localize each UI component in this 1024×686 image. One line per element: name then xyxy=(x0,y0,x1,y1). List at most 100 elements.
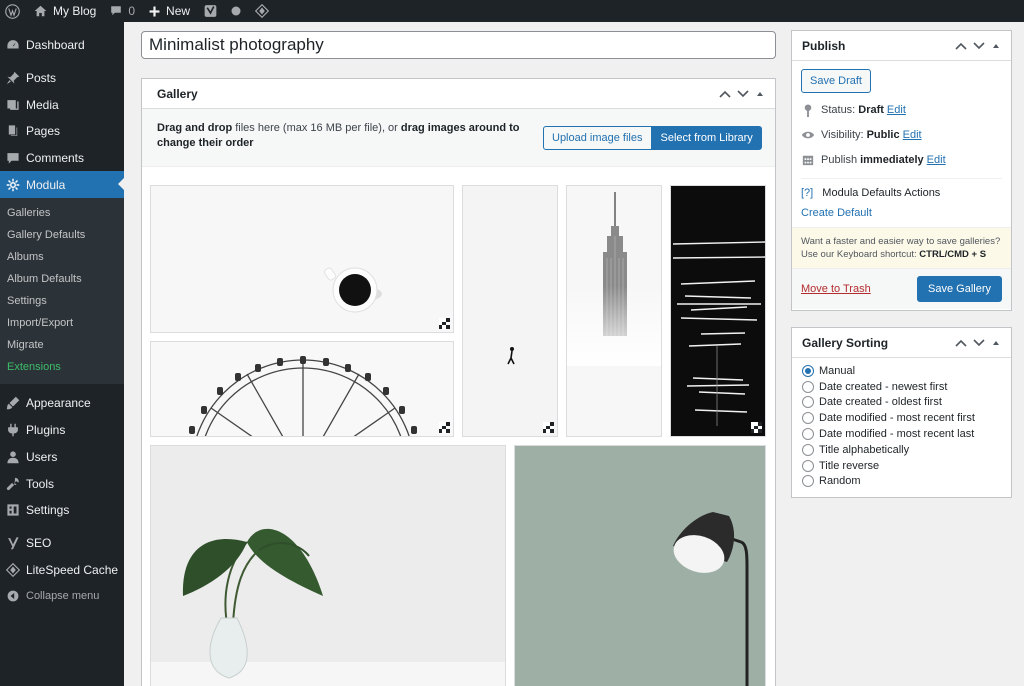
edit-status-link[interactable]: Edit xyxy=(887,104,906,116)
menu-tools[interactable]: Tools xyxy=(0,470,124,497)
radio-button[interactable] xyxy=(802,380,814,393)
menu-litespeed-cache[interactable]: LiteSpeed Cache xyxy=(0,556,124,583)
gallery-image-ferris-wheel[interactable] xyxy=(150,341,454,437)
toggle-panel-icon[interactable] xyxy=(991,339,1001,347)
eye-icon xyxy=(801,130,815,140)
gallery-image-skyscraper[interactable] xyxy=(566,185,662,437)
drop-instructions: Drag and drop files here (max 16 MB per … xyxy=(157,122,520,149)
gallery-image-plant-vase[interactable] xyxy=(150,445,506,686)
status-value: Draft xyxy=(858,104,884,116)
toggle-panel-icon[interactable] xyxy=(991,42,1001,50)
gallery-image-light-streaks[interactable] xyxy=(670,185,766,437)
seo-status-dot-icon[interactable] xyxy=(224,0,248,22)
menu-modula[interactable]: Modula xyxy=(0,171,124,199)
litespeed-icon[interactable] xyxy=(248,0,276,22)
menu-users[interactable]: Users xyxy=(0,444,124,471)
calendar-icon xyxy=(801,154,815,166)
submenu-import-export[interactable]: Import/Export xyxy=(0,312,124,334)
gallery-image-floor-lamp[interactable] xyxy=(514,445,766,686)
publish-time-value: immediately xyxy=(860,154,924,166)
submenu-settings[interactable]: Settings xyxy=(0,290,124,312)
radio-button[interactable] xyxy=(802,396,814,409)
settings-icon xyxy=(6,503,20,517)
yoast-icon[interactable] xyxy=(197,0,224,22)
submenu-migrate[interactable]: Migrate xyxy=(0,334,124,356)
menu-pages[interactable]: Pages xyxy=(0,118,124,145)
sort-option-date-modified-recent-last[interactable]: Date modified - most recent last xyxy=(802,426,1001,442)
menu-appearance[interactable]: Appearance xyxy=(0,390,124,417)
move-up-icon[interactable] xyxy=(955,42,967,50)
home-icon xyxy=(34,5,47,17)
sort-option-date-created-oldest[interactable]: Date created - oldest first xyxy=(802,395,1001,411)
new-content-link[interactable]: New xyxy=(142,0,197,22)
toggle-panel-icon[interactable] xyxy=(755,90,765,98)
sort-option-manual[interactable]: Manual xyxy=(802,363,1001,379)
save-gallery-button[interactable]: Save Gallery xyxy=(917,276,1002,302)
menu-settings[interactable]: Settings xyxy=(0,497,124,524)
gallery-metabox: Gallery Drag and drop files here (max 16… xyxy=(141,78,776,686)
menu-media[interactable]: Media xyxy=(0,91,124,118)
sort-option-date-modified-recent-first[interactable]: Date modified - most recent first xyxy=(802,410,1001,426)
menu-posts[interactable]: Posts xyxy=(0,65,124,92)
publish-metabox: Publish Save Draft Status: Draft Edit Vis… xyxy=(791,30,1012,311)
gallery-image-coffee-cup[interactable] xyxy=(150,185,454,333)
menu-plugins[interactable]: Plugins xyxy=(0,417,124,444)
resize-handle-icon[interactable] xyxy=(751,422,762,433)
comments-link[interactable]: 0 xyxy=(103,0,142,22)
keyboard-shortcut-notice: Want a faster and easier way to save gal… xyxy=(792,227,1011,269)
publish-title: Publish xyxy=(802,38,846,53)
brush-icon xyxy=(6,396,20,410)
create-default-link[interactable]: Create Default xyxy=(801,207,1002,219)
save-draft-button[interactable]: Save Draft xyxy=(801,69,871,93)
menu-comments[interactable]: Comments xyxy=(0,145,124,172)
move-up-icon[interactable] xyxy=(955,339,967,347)
pages-icon xyxy=(6,124,20,138)
radio-button[interactable] xyxy=(802,459,814,472)
radio-button[interactable] xyxy=(802,364,814,377)
gallery-metabox-title: Gallery xyxy=(157,86,198,101)
wordpress-logo-icon[interactable] xyxy=(0,0,27,22)
move-down-icon[interactable] xyxy=(973,41,985,50)
sort-option-date-created-newest[interactable]: Date created - newest first xyxy=(802,379,1001,395)
submenu-extensions[interactable]: Extensions xyxy=(0,356,124,378)
menu-dashboard[interactable]: Dashboard xyxy=(0,32,124,59)
site-name-link[interactable]: My Blog xyxy=(27,0,103,22)
gallery-upload-area[interactable]: Drag and drop files here (max 16 MB per … xyxy=(142,109,775,167)
dashboard-icon xyxy=(6,38,20,52)
menu-seo[interactable]: SEO xyxy=(0,530,124,557)
resize-handle-icon[interactable] xyxy=(543,422,554,433)
select-from-library-button[interactable]: Select from Library xyxy=(651,126,762,150)
sort-option-title-alphabetically[interactable]: Title alphabetically xyxy=(802,442,1001,458)
modula-submenu: Galleries Gallery Defaults Albums Album … xyxy=(0,198,124,385)
submenu-gallery-defaults[interactable]: Gallery Defaults xyxy=(0,224,124,246)
move-up-icon[interactable] xyxy=(719,90,731,98)
radio-button[interactable] xyxy=(802,412,814,425)
publish-actions: Move to Trash Save Gallery xyxy=(792,269,1011,309)
comment-icon xyxy=(111,6,122,16)
radio-button[interactable] xyxy=(802,428,814,441)
radio-button[interactable] xyxy=(802,443,814,456)
submenu-galleries[interactable]: Galleries xyxy=(0,202,124,224)
gallery-sorting-title: Gallery Sorting xyxy=(802,335,889,350)
post-title-input[interactable] xyxy=(141,31,776,59)
move-down-icon[interactable] xyxy=(737,89,749,98)
upload-image-files-button[interactable]: Upload image files xyxy=(543,126,652,150)
gallery-image-walking-person[interactable] xyxy=(462,185,558,437)
radio-button[interactable] xyxy=(802,475,814,488)
edit-publish-time-link[interactable]: Edit xyxy=(927,154,946,166)
sort-option-title-reverse[interactable]: Title reverse xyxy=(802,458,1001,474)
move-to-trash-link[interactable]: Move to Trash xyxy=(801,283,871,295)
move-down-icon[interactable] xyxy=(973,338,985,347)
gallery-metabox-header: Gallery xyxy=(142,79,775,109)
help-tooltip-icon[interactable]: [?] xyxy=(801,187,813,199)
admin-sidebar: Dashboard Posts Media Pages Comments Mod… xyxy=(0,22,124,686)
resize-handle-icon[interactable] xyxy=(439,318,450,329)
collapse-menu-button[interactable]: Collapse menu xyxy=(0,583,124,610)
plugin-icon xyxy=(6,423,20,437)
submenu-albums[interactable]: Albums xyxy=(0,246,124,268)
edit-visibility-link[interactable]: Edit xyxy=(903,129,922,141)
sort-option-random[interactable]: Random xyxy=(802,474,1001,490)
resize-handle-icon[interactable] xyxy=(439,422,450,433)
submenu-album-defaults[interactable]: Album Defaults xyxy=(0,268,124,290)
site-name: My Blog xyxy=(53,4,97,18)
